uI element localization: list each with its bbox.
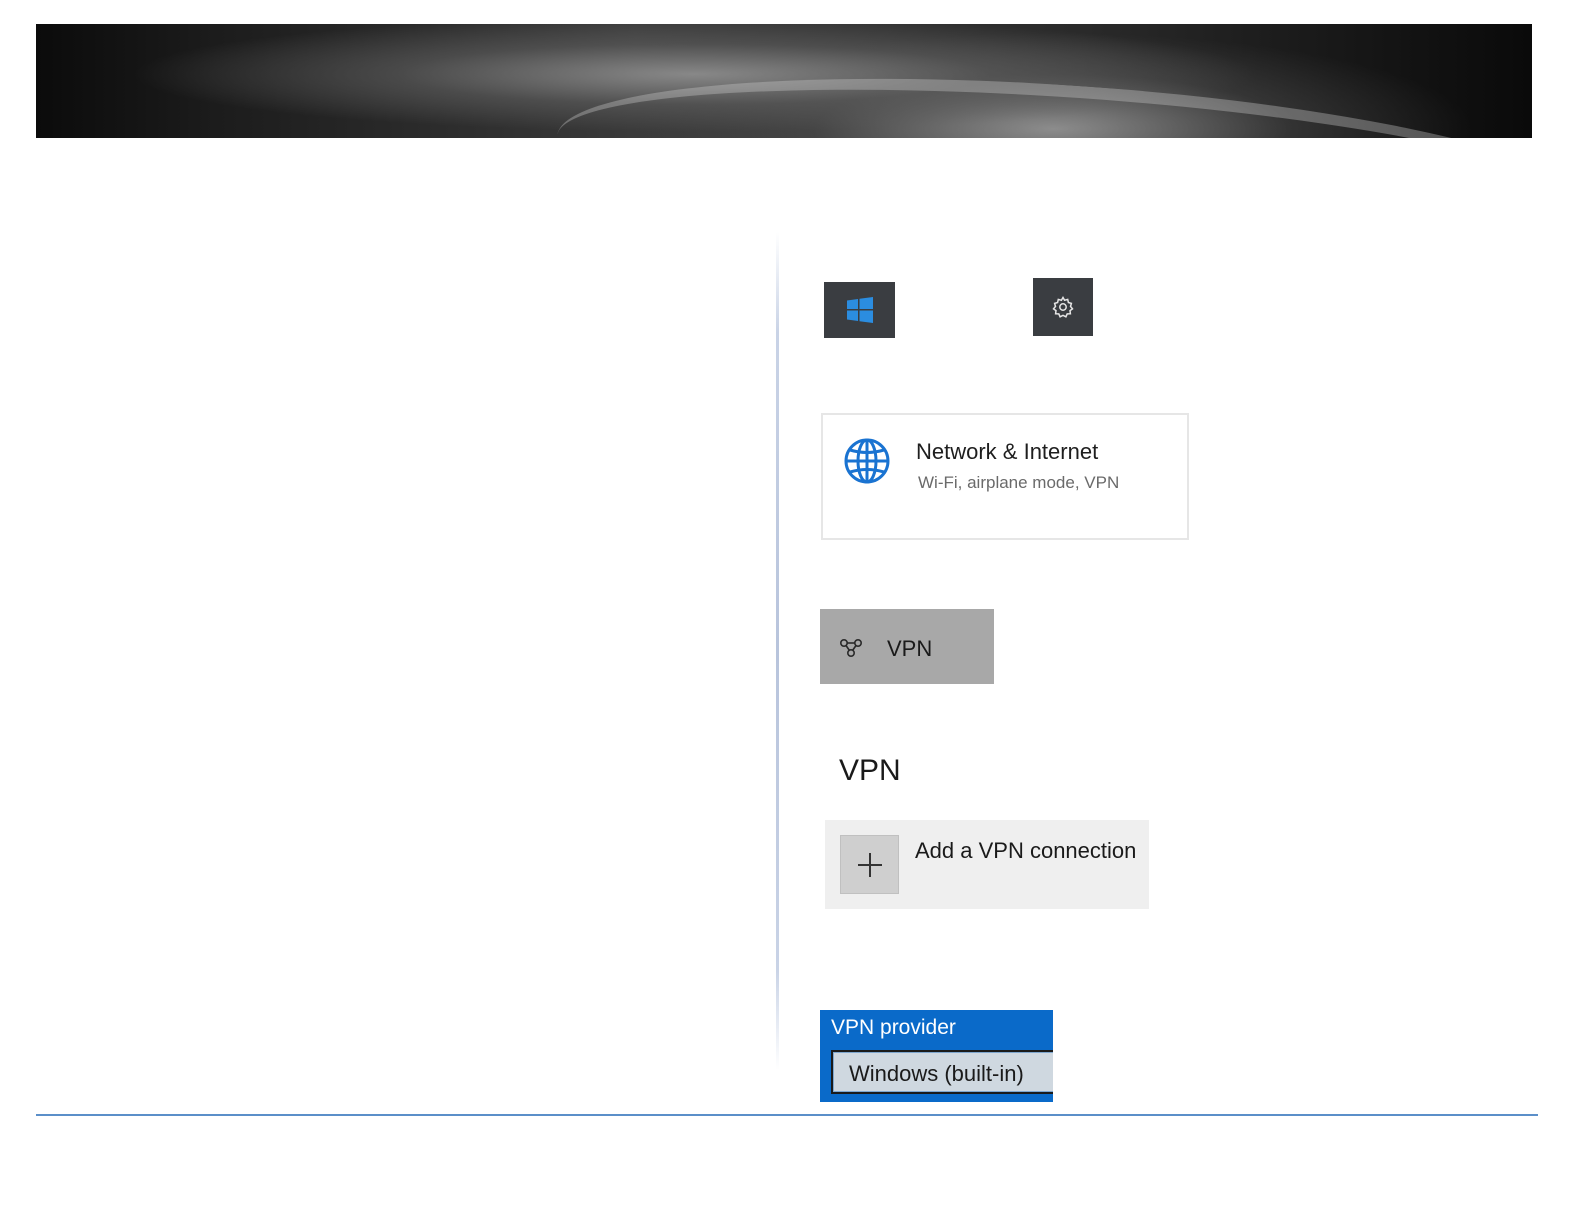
add-vpn-plus-box	[840, 835, 899, 894]
header-banner	[36, 24, 1532, 138]
page: Network & Internet Wi-Fi, airplane mode,…	[0, 0, 1584, 1224]
sidebar-item-vpn[interactable]: VPN	[820, 609, 994, 684]
plus-icon	[857, 852, 882, 877]
network-internet-tile[interactable]: Network & Internet Wi-Fi, airplane mode,…	[821, 413, 1189, 540]
settings-button[interactable]	[1033, 278, 1093, 336]
vpn-provider-selected-value: Windows (built-in)	[849, 1061, 1024, 1086]
vpn-page-title: VPN	[839, 754, 901, 787]
globe-icon	[844, 438, 890, 484]
sidebar-item-vpn-label: VPN	[887, 636, 933, 661]
gear-icon	[1052, 296, 1074, 318]
network-tile-subtitle: Wi-Fi, airplane mode, VPN	[918, 473, 1120, 492]
network-tile-title: Network & Internet	[916, 439, 1099, 464]
start-button[interactable]	[824, 282, 895, 338]
add-vpn-connection-label: Add a VPN connection	[915, 838, 1137, 863]
vpn-provider-select[interactable]: Windows (built-in)	[831, 1050, 1053, 1094]
column-divider	[776, 232, 779, 1070]
vpn-provider-field: VPN provider Windows (built-in)	[820, 1010, 1053, 1102]
vpn-provider-label: VPN provider	[831, 1016, 956, 1039]
vpn-link-icon	[839, 638, 863, 658]
add-vpn-connection-button[interactable]: Add a VPN connection	[825, 820, 1149, 909]
windows-logo-icon	[846, 297, 873, 323]
footer-rule	[36, 1114, 1538, 1116]
